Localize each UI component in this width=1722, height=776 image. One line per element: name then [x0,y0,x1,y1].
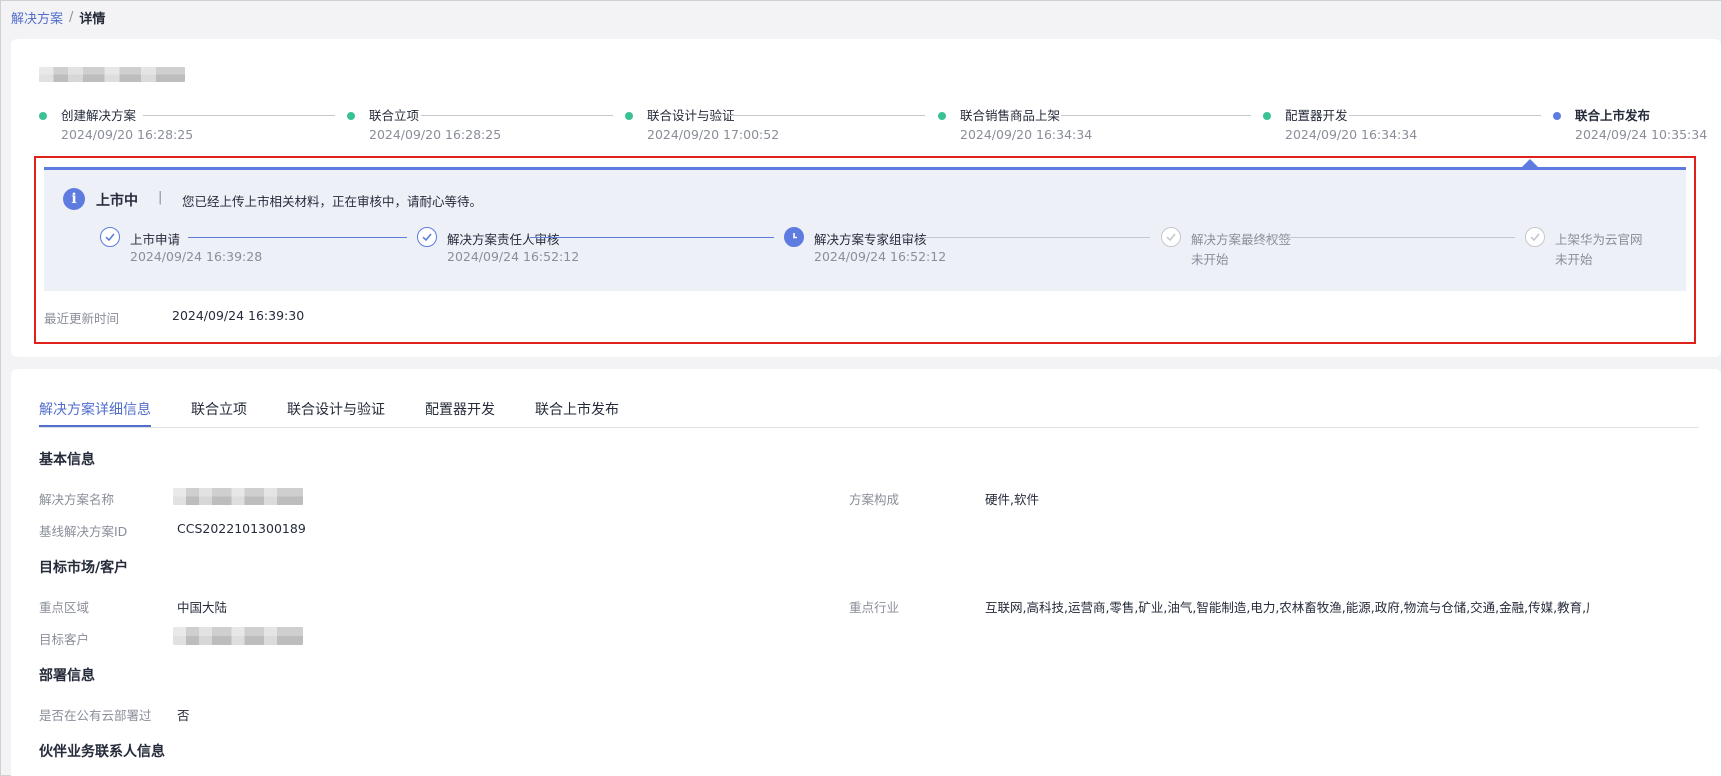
details-card: 解决方案详细信息 联合立项 联合设计与验证 配置器开发 联合上市发布 基本信息 … [11,369,1721,776]
main-step-time: 2024/09/20 16:34:34 [1285,127,1418,142]
breadcrumb-link-solutions[interactable]: 解决方案 [11,8,63,27]
section-title-basic: 基本信息 [39,452,95,468]
check-circle-icon [1161,227,1181,247]
sub-step-time: 2024/09/24 16:39:28 [130,249,263,264]
step-connector [143,115,335,116]
step-dot-icon [625,112,633,120]
tab-joint-project[interactable]: 联合立项 [191,399,247,425]
main-progress-steps: 创建解决方案 2024/09/20 16:28:25 联合立项 2024/09/… [11,105,1721,155]
solution-title-redacted [39,67,185,82]
step-dot-icon [347,112,355,120]
info-icon: i [63,188,85,210]
section-title-contact: 伙伴业务联系人信息 [39,744,165,760]
tab-design-verify[interactable]: 联合设计与验证 [287,399,385,425]
field-value-public-cloud: 否 [177,708,190,723]
step-connector [1061,115,1251,116]
current-step-pointer-icon [1522,159,1538,167]
main-step-label: 创建解决方案 [61,108,137,123]
main-step-time: 2024/09/24 10:35:34 [1575,127,1708,142]
check-circle-icon [1525,227,1545,247]
sub-step-time: 未开始 [1191,252,1229,267]
step-dot-icon [1263,112,1271,120]
field-value-industry: 互联网,高科技,运营商,零售,矿业,油气,智能制造,电力,农林畜牧渔,能源,政府… [985,600,1589,615]
tab-launch-release[interactable]: 联合上市发布 [535,399,619,425]
field-value-region: 中国大陆 [177,600,228,615]
section-title-market: 目标市场/客户 [39,560,129,576]
detail-tabs: 解决方案详细信息 联合立项 联合设计与验证 配置器开发 联合上市发布 [39,399,659,427]
sub-step-time: 2024/09/24 16:52:12 [447,249,580,264]
last-update-value: 2024/09/24 16:39:30 [172,308,305,323]
section-title-deploy: 部署信息 [39,668,95,684]
breadcrumb-separator: / [69,9,74,25]
tab-configurator-dev[interactable]: 配置器开发 [425,399,495,425]
field-value-composition: 硬件,软件 [985,492,1039,507]
launch-status-box: i 上市中 | 您已经上传上市相关材料，正在审核中，请耐心等待。 上市申请 20… [34,156,1696,344]
sub-step-time: 2024/09/24 16:52:12 [814,249,947,264]
main-step-time: 2024/09/20 16:28:25 [369,127,502,142]
field-label-solution-name: 解决方案名称 [39,492,115,507]
status-title: 上市中 [96,193,138,209]
status-message: 您已经上传上市相关材料，正在审核中，请耐心等待。 [182,194,483,209]
breadcrumb-current: 详情 [79,11,106,27]
sub-step-label: 解决方案责任人审核 [447,232,560,247]
step-dot-icon [938,112,946,120]
tabs-divider [39,427,1699,428]
step-connector [729,115,925,116]
breadcrumb: 解决方案 / 详情 [11,8,106,27]
status-separator: | [158,190,163,205]
sub-step-connector [1263,237,1515,238]
field-label-public-cloud: 是否在公有云部署过 [39,708,152,723]
sub-step-label: 上市申请 [130,232,181,247]
field-label-composition: 方案构成 [849,492,900,507]
main-step-time: 2024/09/20 16:34:34 [960,127,1093,142]
field-value-target-customer-redacted [173,627,303,645]
clock-icon [784,227,804,247]
main-step-label: 联合设计与验证 [647,108,735,123]
tab-solution-details[interactable]: 解决方案详细信息 [39,399,151,427]
sub-step-connector [530,237,774,238]
field-label-region: 重点区域 [39,600,90,615]
main-step-label: 联合销售商品上架 [960,108,1061,123]
field-label-baseline-id: 基线解决方案ID [39,524,128,539]
step-dot-icon [1553,112,1561,120]
sub-step-connector [900,237,1150,238]
sub-step-label: 上架华为云官网 [1555,232,1643,247]
main-step-label: 配置器开发 [1285,108,1348,123]
field-value-baseline-id: CCS2022101300189 [177,521,306,536]
step-dot-icon [39,112,47,120]
progress-card: 创建解决方案 2024/09/20 16:28:25 联合立项 2024/09/… [11,39,1721,357]
check-circle-icon [100,227,120,247]
main-step-time: 2024/09/20 17:00:52 [647,127,780,142]
sub-step-label: 解决方案最终权签 [1191,232,1292,247]
check-circle-icon [417,227,437,247]
main-step-time: 2024/09/20 16:28:25 [61,127,194,142]
sub-step-time: 未开始 [1555,252,1593,267]
main-step-label: 联合上市发布 [1575,108,1651,123]
main-step-label: 联合立项 [369,108,420,123]
field-label-industry: 重点行业 [849,600,900,615]
step-connector [1349,115,1541,116]
field-label-target-customer: 目标客户 [39,632,90,647]
last-update-label: 最近更新时间 [44,311,120,326]
step-connector [421,115,613,116]
launch-status-panel: i 上市中 | 您已经上传上市相关材料，正在审核中，请耐心等待。 上市申请 20… [44,167,1686,291]
sub-step-connector [188,237,407,238]
field-value-solution-name-redacted [173,488,303,505]
sub-step-label: 解决方案专家组审核 [814,232,927,247]
